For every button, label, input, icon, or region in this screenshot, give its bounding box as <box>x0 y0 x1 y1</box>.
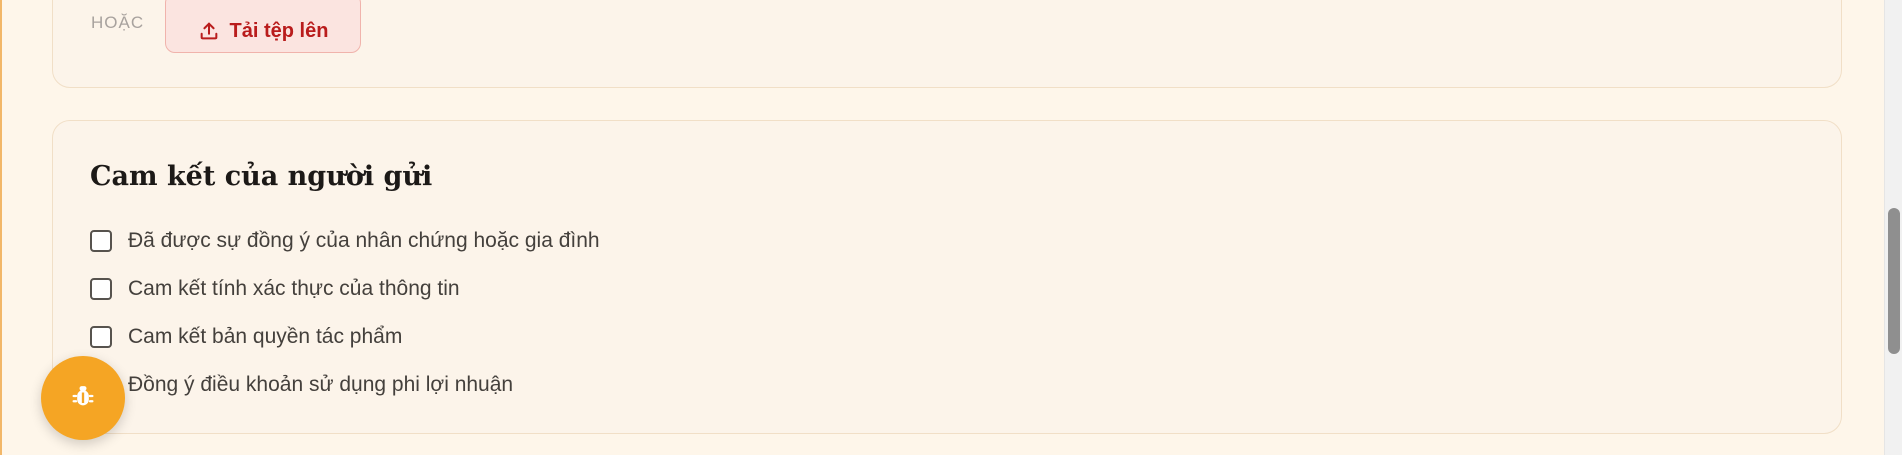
checklist-item-copyright[interactable]: Cam kết bản quyền tác phẩm <box>90 313 600 361</box>
upload-button-label: Tải tệp lên <box>229 19 329 42</box>
checklist-item-label: Đồng ý điều khoản sử dụng phi lợi nhuận <box>128 373 514 396</box>
sender-commitment-card: Cam kết của người gửi Đã được sự đồng ý … <box>52 120 1842 434</box>
section-title: Cam kết của người gửi <box>90 161 433 192</box>
page: HOẶC Tải tệp lên Cam kết của người gửi Đ… <box>0 0 1902 455</box>
checklist-item-label: Đã được sự đồng ý của nhân chứng hoặc gi… <box>128 229 600 252</box>
debug-button[interactable] <box>41 356 125 440</box>
authenticity-checkbox[interactable] <box>90 278 112 300</box>
bug-icon <box>69 382 97 415</box>
checklist-item-consent[interactable]: Đã được sự đồng ý của nhân chứng hoặc gi… <box>90 217 600 265</box>
scrollbar-thumb[interactable] <box>1888 208 1900 354</box>
upload-file-button[interactable]: Tải tệp lên <box>165 0 361 53</box>
consent-checkbox[interactable] <box>90 230 112 252</box>
copyright-checkbox[interactable] <box>90 326 112 348</box>
checklist-item-authenticity[interactable]: Cam kết tính xác thực của thông tin <box>90 265 600 313</box>
commitment-checklist: Đã được sự đồng ý của nhân chứng hoặc gi… <box>90 217 600 409</box>
checklist-item-terms[interactable]: Đồng ý điều khoản sử dụng phi lợi nhuận <box>90 361 600 409</box>
upload-icon <box>198 20 220 42</box>
upload-card: HOẶC Tải tệp lên <box>52 0 1842 88</box>
or-label: HOẶC <box>91 13 145 32</box>
checklist-item-label: Cam kết tính xác thực của thông tin <box>128 277 460 300</box>
checklist-item-label: Cam kết bản quyền tác phẩm <box>128 325 403 348</box>
vertical-scrollbar[interactable] <box>1884 0 1902 455</box>
